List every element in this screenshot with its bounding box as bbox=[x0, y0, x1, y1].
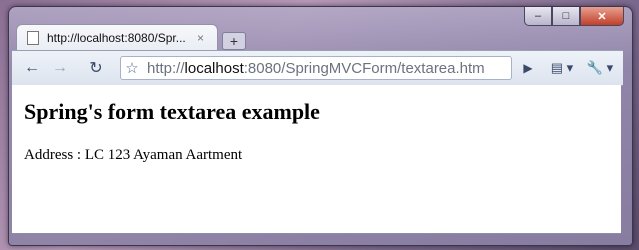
go-button[interactable]: ▶ bbox=[518, 58, 538, 78]
wrench-menu-button[interactable]: 🔧 ▾ bbox=[584, 58, 616, 78]
bookmark-star-icon[interactable]: ☆ bbox=[121, 59, 143, 77]
url-host: localhost bbox=[184, 59, 244, 77]
new-tab-button[interactable]: + bbox=[222, 32, 246, 50]
url-prefix: http:// bbox=[147, 59, 185, 77]
window-controls: – □ ✕ bbox=[524, 7, 624, 26]
page-content: Spring's form textarea example Address :… bbox=[12, 85, 621, 234]
browser-tab[interactable]: http://localhost:8080/Spr... × bbox=[16, 24, 218, 51]
address-bar[interactable]: ☆ http://localhost:8080/SpringMVCForm/te… bbox=[120, 56, 512, 80]
forward-button[interactable]: → bbox=[50, 58, 70, 78]
page-icon bbox=[27, 31, 39, 45]
tab-close-icon[interactable]: × bbox=[197, 31, 211, 45]
reload-button[interactable]: ↻ bbox=[86, 58, 106, 78]
url-text[interactable]: http://localhost:8080/SpringMVCForm/text… bbox=[143, 60, 485, 77]
address-text: Address : LC 123 Ayaman Aartment bbox=[24, 147, 243, 163]
browser-toolbar: ← → ↻ ☆ http://localhost:8080/SpringMVCF… bbox=[12, 50, 623, 86]
back-button[interactable]: ← bbox=[22, 58, 42, 78]
tab-title: http://localhost:8080/Spr... bbox=[47, 31, 186, 45]
close-window-button[interactable]: ✕ bbox=[580, 7, 624, 26]
url-path: :8080/SpringMVCForm/textarea.htm bbox=[243, 59, 485, 77]
page-heading: Spring's form textarea example bbox=[24, 99, 320, 124]
maximize-button[interactable]: □ bbox=[552, 7, 580, 26]
minimize-button[interactable]: – bbox=[524, 7, 552, 26]
page-menu-button[interactable]: ▤ ▾ bbox=[546, 58, 578, 78]
